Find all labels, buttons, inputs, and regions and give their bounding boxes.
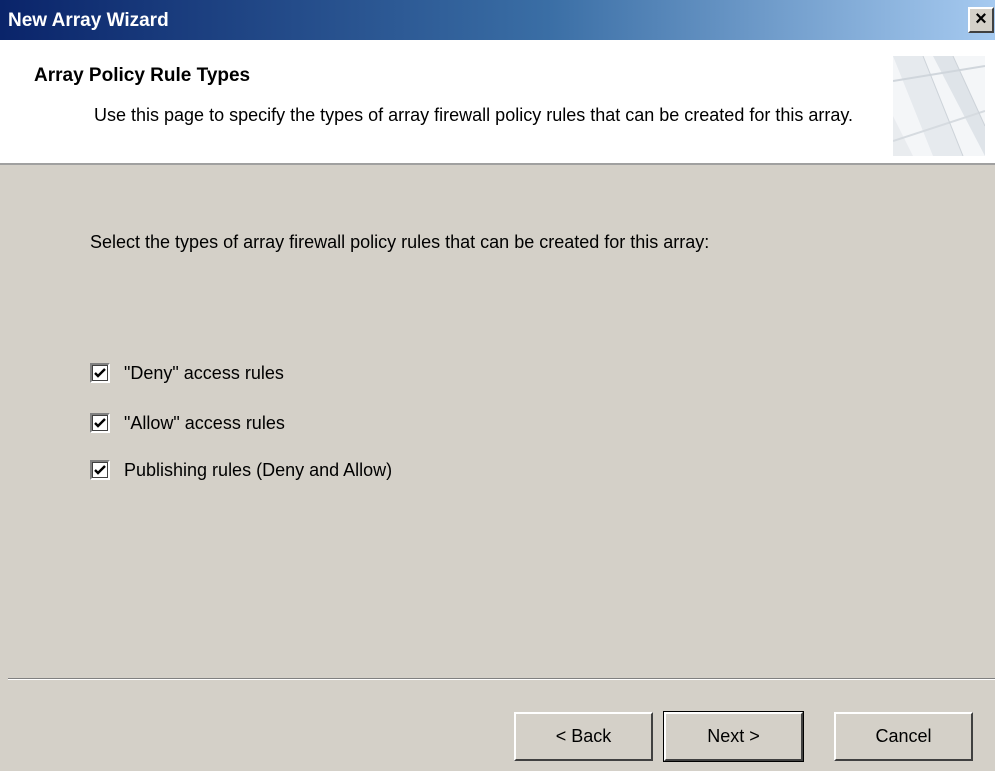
page-description: Use this page to specify the types of ar… [94, 105, 854, 125]
footer-divider [8, 678, 995, 680]
option-publishing-rules[interactable]: Publishing rules (Deny and Allow) [90, 458, 392, 482]
next-button[interactable]: Next > [663, 711, 804, 762]
close-button[interactable]: × [968, 7, 994, 33]
publishing-rules-checkbox[interactable] [90, 460, 110, 480]
option-deny-access-rules[interactable]: "Deny" access rules [90, 361, 284, 385]
checkmark-icon [94, 418, 106, 428]
wizard-window: New Array Wizard × Array Policy Rule Typ… [0, 0, 995, 771]
allow-rules-label: "Allow" access rules [124, 412, 285, 433]
close-icon: × [975, 8, 987, 30]
wizard-content: Select the types of array firewall polic… [0, 165, 995, 680]
wizard-banner-graphic-icon [893, 56, 985, 156]
cancel-button[interactable]: Cancel [834, 712, 973, 761]
option-allow-access-rules[interactable]: "Allow" access rules [90, 411, 285, 435]
page-title: Array Policy Rule Types [34, 65, 251, 86]
allow-rules-checkbox[interactable] [90, 413, 110, 433]
publishing-rules-label: Publishing rules (Deny and Allow) [124, 459, 393, 480]
checkmark-icon [94, 465, 106, 475]
back-button[interactable]: < Back [514, 712, 653, 761]
checkmark-icon [94, 368, 106, 378]
window-title: New Array Wizard [8, 10, 169, 31]
deny-rules-checkbox[interactable] [90, 363, 110, 383]
title-bar[interactable]: New Array Wizard × [0, 0, 995, 40]
instruction-text: Select the types of array firewall polic… [90, 232, 710, 252]
deny-rules-label: "Deny" access rules [124, 362, 284, 383]
wizard-header: Array Policy Rule Types Use this page to… [0, 40, 995, 165]
